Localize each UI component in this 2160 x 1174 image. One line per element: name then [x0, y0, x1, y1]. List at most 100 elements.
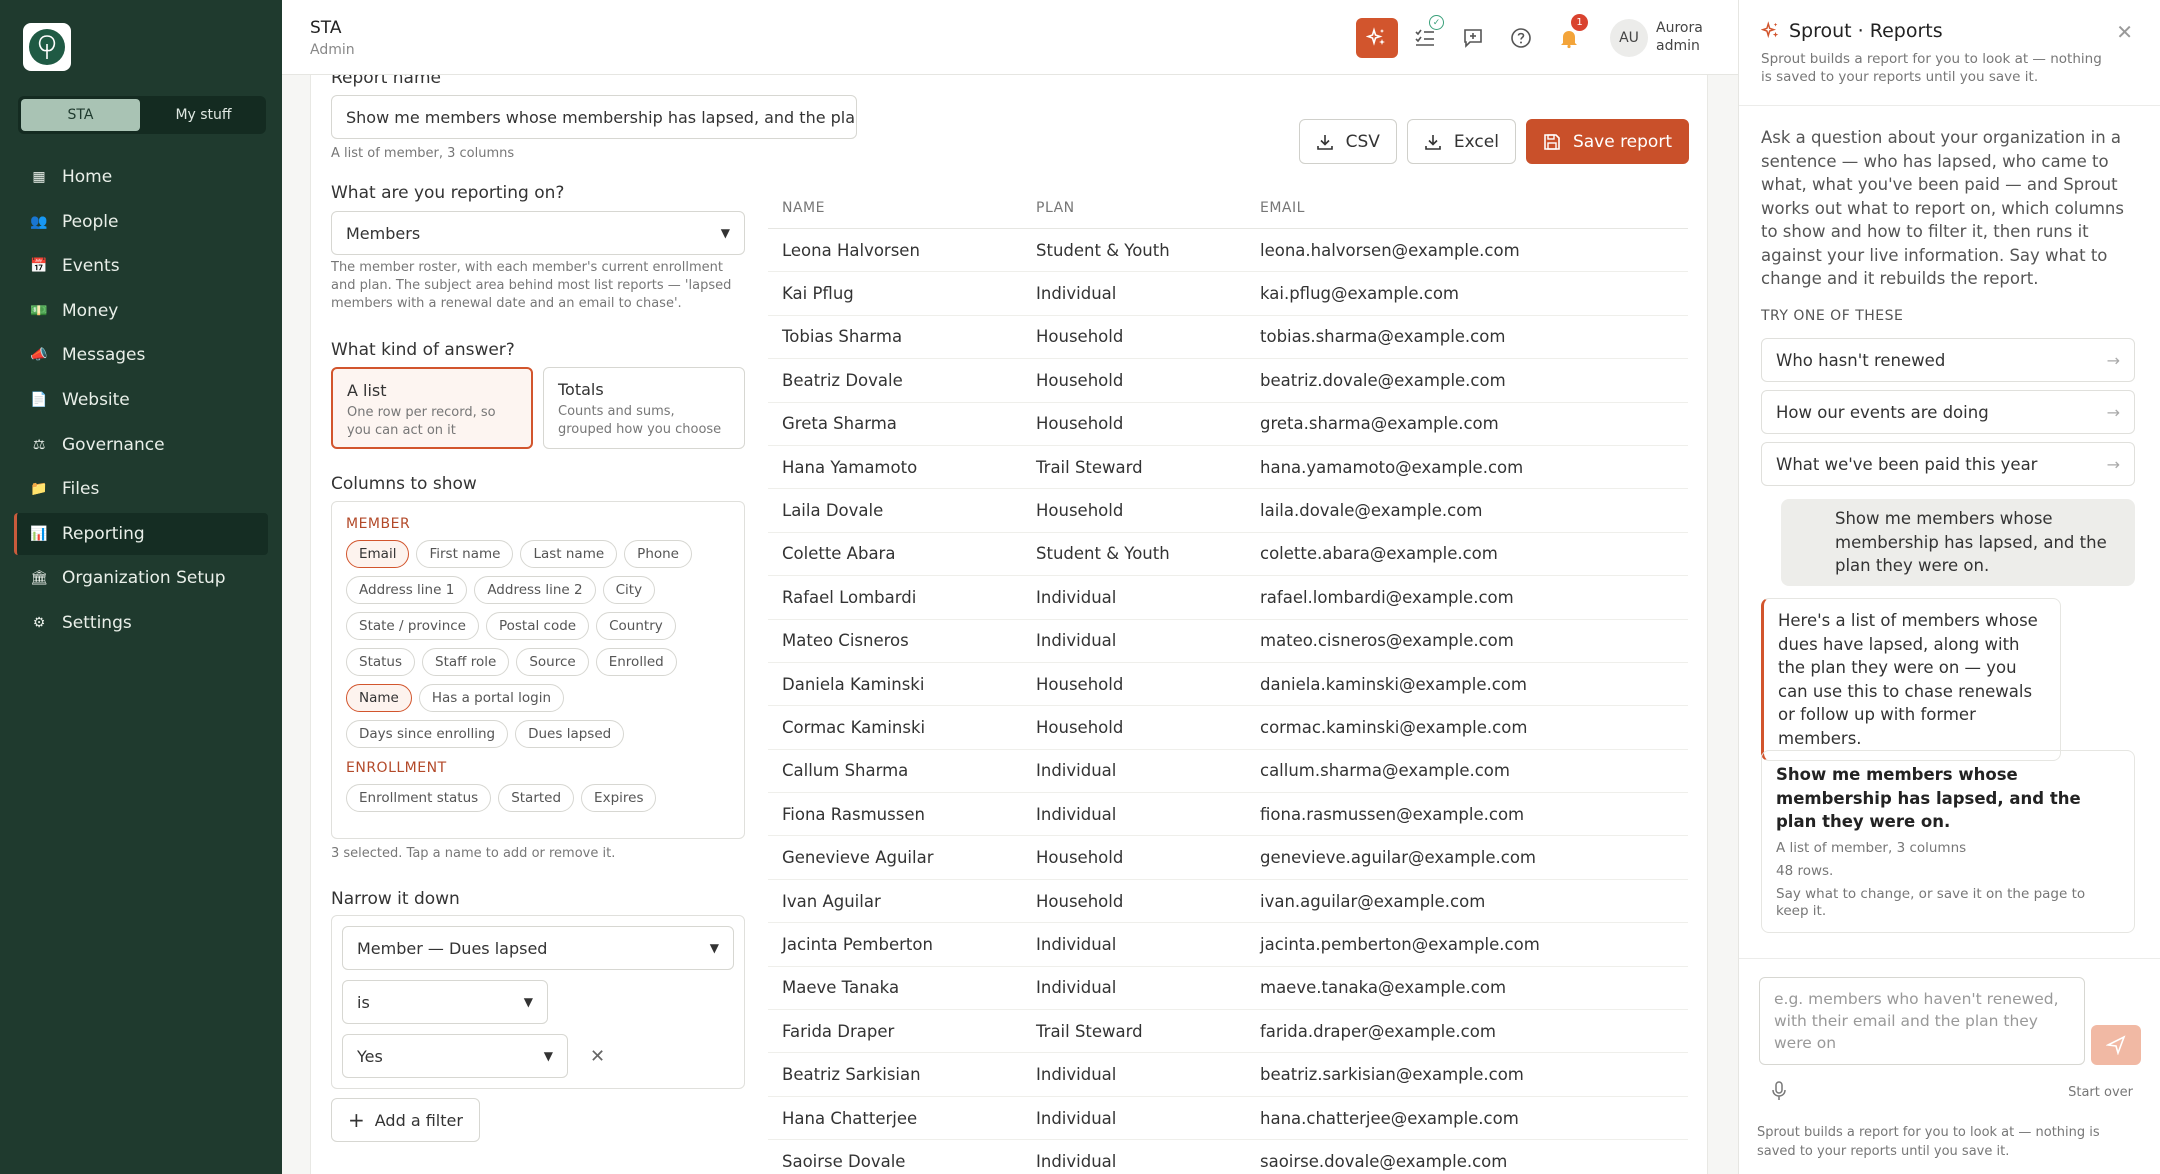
sidebar-item-messages[interactable]: 📣 Messages — [14, 334, 268, 376]
table-row[interactable]: Maeve Tanaka Individual maeve.tanaka@examp… — [768, 967, 1688, 1011]
filter-operator-select[interactable]: is ▼ — [342, 980, 548, 1024]
sidebar-item-events[interactable]: 📅 Events — [14, 245, 268, 287]
subject-select[interactable]: Members ▼ — [331, 211, 745, 255]
column-chip[interactable]: Expires — [581, 784, 657, 812]
avatar[interactable]: AU — [1610, 19, 1648, 57]
table-row[interactable]: Greta Sharma Household greta.sharma@exampl… — [768, 403, 1688, 446]
sidebar-item-reporting[interactable]: 📊 Reporting — [14, 512, 268, 555]
column-chip[interactable]: Phone — [624, 540, 692, 568]
report-name-input[interactable]: Show me members whose membership has lap… — [331, 95, 857, 139]
column-chip[interactable]: Enrolled — [595, 648, 677, 676]
cell-name: Saoirse Dovale — [782, 1151, 906, 1171]
table-row[interactable]: Saoirse Dovale Individual saoirse.dovale@e… — [768, 1140, 1688, 1174]
switcher-sta[interactable]: STA — [21, 99, 140, 131]
column-chip[interactable]: Address line 2 — [474, 576, 596, 604]
sidebar-item-home[interactable]: ▦ Home — [14, 156, 268, 198]
column-header-email[interactable]: EMAIL — [1260, 200, 1688, 216]
column-chip[interactable]: Address line 1 — [346, 576, 468, 604]
start-over-button[interactable]: Start over — [2068, 1085, 2133, 1100]
result-card[interactable]: Show me members whose membership has lap… — [1761, 750, 2135, 933]
table-row[interactable]: Jacinta Pemberton Individual jacinta.pembe… — [768, 923, 1688, 967]
close-icon[interactable]: ✕ — [2116, 20, 2133, 44]
suggestion-item[interactable]: What we've been paid this year → — [1761, 442, 2135, 486]
csv-button[interactable]: CSV — [1298, 119, 1397, 164]
sidebar-item-website[interactable]: 📄 Website — [14, 379, 268, 421]
column-header-plan[interactable]: PLAN — [1036, 200, 1260, 216]
column-chip[interactable]: Dues lapsed — [515, 720, 625, 748]
sidebar-item-organization-setup[interactable]: 🏛 Organization Setup — [14, 557, 268, 599]
table-row[interactable]: Cormac Kaminski Household cormac.kaminski@… — [768, 706, 1688, 750]
remove-filter-icon[interactable]: ✕ — [590, 1046, 605, 1067]
table-row[interactable]: Ivan Aguilar Household ivan.aguilar@exampl… — [768, 880, 1688, 924]
table-row[interactable]: Kai Pflug Individual kai.pflug@example.com — [768, 272, 1688, 316]
calendar-icon: 📅 — [30, 258, 48, 275]
suggestion-item[interactable]: How our events are doing → — [1761, 390, 2135, 434]
table-row[interactable]: Colette Abara Student & Youth colette.abar… — [768, 533, 1688, 577]
columns-picker[interactable]: MEMBER Email First name Last name Phone Addr… — [331, 501, 745, 839]
column-chip[interactable]: Started — [498, 784, 575, 812]
table-row[interactable]: Tobias Sharma Household tobias.sharma@exam… — [768, 316, 1688, 360]
column-chip[interactable]: Staff role — [422, 648, 510, 676]
column-chip[interactable]: Name — [346, 684, 412, 712]
governance-icon: ⚖ — [32, 436, 46, 453]
table-row[interactable]: Genevieve Aguilar Household genevieve.agui… — [768, 836, 1688, 880]
cell-plan: Individual — [1036, 804, 1117, 824]
sidebar-item-files[interactable]: 📁 Files — [14, 468, 268, 510]
column-chip[interactable]: City — [602, 576, 656, 604]
table-row[interactable]: Laila Dovale Household laila.dovale@exampl… — [768, 489, 1688, 533]
org-role: Admin — [310, 42, 355, 58]
table-row[interactable]: Rafael Lombardi Individual rafael.lombardi… — [768, 576, 1688, 620]
feedback-button[interactable] — [1452, 18, 1494, 58]
table-row[interactable]: Callum Sharma Individual callum.sharma@exa… — [768, 750, 1688, 794]
suggestion-item[interactable]: Who hasn't renewed → — [1761, 338, 2135, 382]
sidebar-item-people[interactable]: 👥 People — [14, 201, 268, 243]
answer-option-list[interactable]: A list One row per record, so you can ac… — [331, 367, 533, 449]
filter-value-select[interactable]: Yes ▼ — [342, 1034, 568, 1078]
save-report-button[interactable]: Save report — [1525, 119, 1689, 164]
column-chip[interactable]: Postal code — [485, 612, 590, 640]
column-chip[interactable]: Has a portal login — [418, 684, 565, 712]
column-header-name[interactable]: NAME — [768, 200, 1036, 216]
switcher-my-stuff[interactable]: My stuff — [144, 99, 263, 131]
question-input[interactable]: e.g. members who haven't renewed, with t… — [1759, 977, 2085, 1065]
table-row[interactable]: Farida Draper Trail Steward farida.draper@… — [768, 1010, 1688, 1054]
column-chip[interactable]: Days since enrolling — [346, 720, 509, 748]
user-info[interactable]: Aurora admin — [1656, 19, 1703, 55]
sidebar-item-money[interactable]: 💵 Money — [14, 290, 268, 332]
table-row[interactable]: Hana Yamamoto Trail Steward hana.yamamoto@… — [768, 446, 1688, 490]
sprout-assistant-button[interactable] — [1356, 18, 1398, 58]
sidebar-item-governance[interactable]: ⚖ Governance — [14, 424, 268, 466]
column-chip[interactable]: State / province — [346, 612, 479, 640]
table-row[interactable]: Beatriz Dovale Household beatriz.dovale@ex… — [768, 359, 1688, 403]
notifications-button[interactable]: 1 — [1548, 14, 1590, 58]
column-chip[interactable]: Status — [346, 648, 416, 676]
table-row[interactable]: Hana Chatterjee Individual hana.chatterjee… — [768, 1097, 1688, 1141]
cell-name: Hana Chatterjee — [782, 1108, 918, 1128]
table-row[interactable]: Mateo Cisneros Individual mateo.cisneros@e… — [768, 620, 1688, 663]
excel-button[interactable]: Excel — [1406, 119, 1516, 164]
column-chip[interactable]: First name — [416, 540, 514, 568]
sidebar-nav: ▦ Home 👥 People 📅 Events 💵 Money 📣 Messages 📄 Websi… — [14, 156, 268, 647]
add-filter-button[interactable]: + Add a filter — [331, 1098, 480, 1142]
table-row[interactable]: Fiona Rasmussen Individual fiona.rasmussen… — [768, 793, 1688, 837]
column-chip[interactable]: Enrollment status — [346, 784, 492, 812]
table-row[interactable]: Beatriz Sarkisian Individual beatriz.sarki… — [768, 1053, 1688, 1097]
app-logo[interactable] — [23, 23, 71, 71]
filter-field-select[interactable]: Member — Dues lapsed ▼ — [342, 926, 734, 970]
send-button[interactable] — [2091, 1025, 2141, 1065]
folder-icon: 📁 — [30, 481, 48, 498]
tasks-button[interactable]: ✓ — [1404, 15, 1446, 58]
table-row[interactable]: Leona Halvorsen Student & Youth leona.halv… — [768, 229, 1688, 273]
help-button[interactable] — [1500, 18, 1542, 58]
column-chip[interactable]: Country — [596, 612, 676, 640]
sidebar-item-label: Home — [62, 167, 113, 187]
column-chip[interactable]: Source — [516, 648, 589, 676]
sidebar-item-label: Messages — [62, 345, 146, 366]
columns-label: Columns to show — [331, 474, 477, 494]
table-row[interactable]: Daniela Kaminski Household daniela.kaminsk… — [768, 663, 1688, 707]
column-chip[interactable]: Last name — [520, 540, 618, 568]
sidebar-item-settings[interactable]: ⚙ Settings — [14, 602, 268, 644]
microphone-icon[interactable] — [1771, 1081, 1787, 1105]
answer-option-totals[interactable]: Totals Counts and sums, grouped how you … — [543, 367, 745, 449]
column-chip[interactable]: Email — [346, 540, 410, 568]
